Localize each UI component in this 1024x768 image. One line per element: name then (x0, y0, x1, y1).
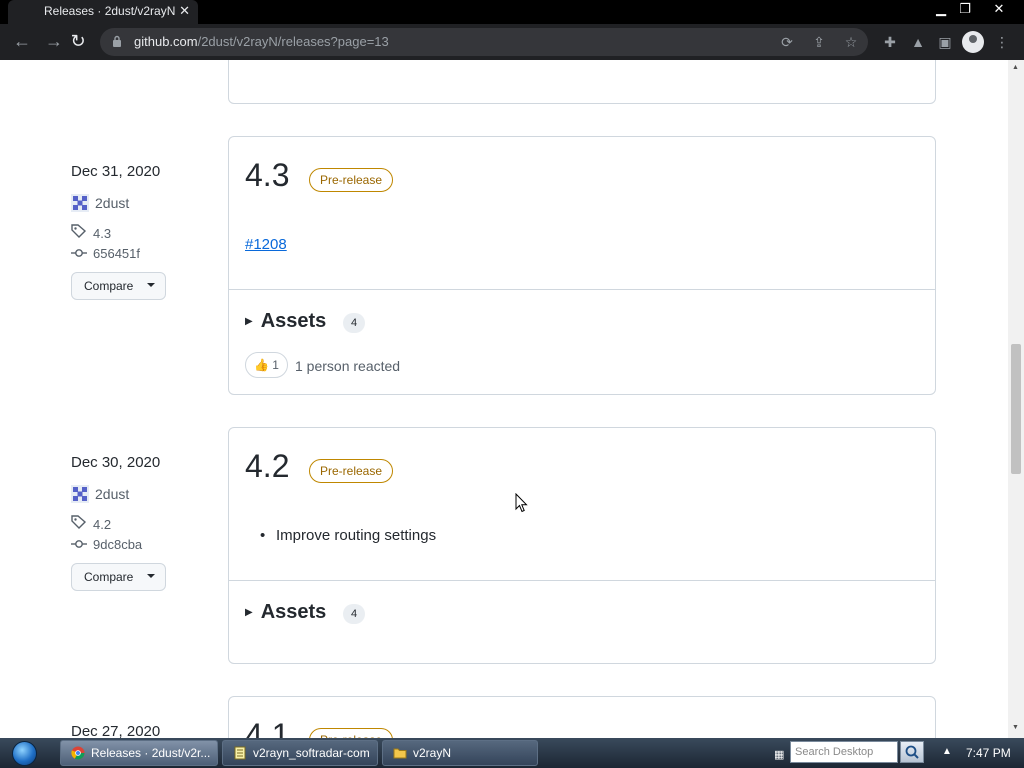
assets-label: Assets (260, 310, 327, 332)
assets-count: 4 (343, 604, 365, 624)
author-name: 2dust (95, 195, 130, 211)
close-window-button[interactable]: ✕ (984, 0, 1014, 20)
share-icon[interactable]: ⇪ (810, 33, 828, 51)
taskbar-clock[interactable]: 7:47 PM (966, 746, 1011, 760)
assets-count: 4 (343, 313, 365, 333)
release-body-link[interactable]: #1208 (245, 236, 287, 253)
tab-close-icon[interactable]: ✕ (179, 3, 190, 19)
tag-label: 4.2 (93, 517, 112, 532)
folder-icon (393, 748, 407, 759)
reaction-count: 1 (272, 358, 279, 372)
scrollbar-thumb[interactable] (1011, 344, 1021, 474)
triangle-right-icon: ▶ (245, 316, 253, 327)
address-bar[interactable]: github.com/2dust/v2rayN/releases?page=13… (100, 28, 868, 56)
commit-icon (71, 537, 89, 552)
mouse-cursor-icon (515, 493, 528, 513)
chrome-icon (71, 746, 85, 760)
release-version[interactable]: 4.1 (245, 717, 289, 738)
compare-label: Compare (84, 570, 134, 584)
tab-title: Releases · 2dust/v2rayN (44, 4, 176, 18)
release-card-previous (228, 60, 936, 104)
card-divider (229, 580, 935, 581)
profile-avatar-icon[interactable] (962, 31, 984, 53)
labs-flask-icon[interactable]: ▲ (908, 32, 928, 52)
scroll-down-arrow-icon[interactable]: ▼ (1012, 724, 1019, 731)
compare-button[interactable]: Compare (71, 272, 166, 300)
release-author[interactable]: 2dust (71, 485, 129, 503)
release-tag[interactable]: 4.3 (71, 224, 111, 241)
release-commit[interactable]: 656451f (71, 246, 140, 261)
release-commit[interactable]: 9dc8cba (71, 537, 142, 552)
search-desktop-input[interactable]: Search Desktop (790, 741, 898, 763)
extensions-puzzle-icon[interactable]: ✚ (880, 32, 900, 52)
card-divider (229, 289, 935, 290)
forward-arrow-icon[interactable]: → (42, 30, 66, 54)
windows-taskbar: Releases · 2dust/v2r... v2rayn_softradar… (0, 738, 1024, 768)
author-avatar-icon (71, 485, 89, 503)
page-content: Dec 31, 2020 2dust 4.3 656451f Compare 4… (0, 60, 1008, 738)
browser-titlebar: Releases · 2dust/v2rayN ✕ ▁ ❐ ✕ (0, 0, 1024, 24)
pre-release-badge: Pre-release (309, 728, 394, 738)
taskbar-item-chrome[interactable]: Releases · 2dust/v2r... (60, 740, 218, 766)
page-scrollbar[interactable]: ▲ ▼ (1008, 60, 1024, 738)
author-avatar-icon (71, 194, 89, 212)
commit-sha: 656451f (93, 246, 140, 261)
tag-icon (71, 515, 89, 532)
release-card: 4.1 Pre-release (228, 696, 936, 738)
release-card: 4.3 Pre-release #1208 ▶ Assets 4 👍 1 1 pe… (228, 136, 936, 395)
author-name: 2dust (95, 486, 130, 502)
side-panel-icon[interactable]: ▣ (935, 32, 955, 52)
release-card: 4.2 Pre-release Improve routing settings… (228, 427, 936, 664)
menu-dots-icon[interactable]: ⋮ (992, 32, 1012, 52)
tag-label: 4.3 (93, 226, 112, 241)
assets-label: Assets (260, 601, 327, 623)
url-text: github.com/2dust/v2rayN/releases?page=13 (134, 34, 389, 49)
url-path: /2dust/v2rayN/releases?page=13 (197, 34, 389, 49)
pre-release-badge: Pre-release (309, 168, 394, 192)
release-note-item: Improve routing settings (260, 527, 436, 544)
chevron-down-icon (147, 283, 155, 287)
tray-expand-icon[interactable]: ▲ (942, 746, 952, 757)
back-arrow-icon[interactable]: ← (10, 30, 34, 54)
release-tag[interactable]: 4.2 (71, 515, 111, 532)
release-version[interactable]: 4.2 (245, 448, 289, 485)
restore-button[interactable]: ❐ (950, 0, 980, 20)
keyboard-icon[interactable]: ▦ (774, 748, 784, 761)
reaction-summary: 1 person reacted (295, 358, 401, 374)
bookmark-star-icon[interactable]: ☆ (842, 33, 860, 51)
assets-toggle[interactable]: ▶ Assets (245, 310, 326, 333)
reaction-button[interactable]: 👍 1 (245, 352, 288, 378)
release-date: Dec 27, 2020 (71, 723, 161, 738)
search-icon[interactable] (900, 741, 924, 763)
release-author[interactable]: 2dust (71, 194, 129, 212)
chevron-down-icon (147, 574, 155, 578)
taskbar-item-folder[interactable]: v2rayN (382, 740, 538, 766)
notepad-icon (234, 746, 246, 760)
compare-button[interactable]: Compare (71, 563, 166, 591)
assets-toggle[interactable]: ▶ Assets (245, 601, 326, 624)
triangle-right-icon: ▶ (245, 607, 253, 618)
commit-sha: 9dc8cba (93, 537, 143, 552)
browser-toolbar: ← → ↻ github.com/2dust/v2rayN/releases?p… (0, 24, 1024, 60)
url-host: github.com (134, 34, 198, 49)
release-date: Dec 30, 2020 (71, 454, 161, 471)
taskbar-item-label: Releases · 2dust/v2r... (91, 746, 211, 760)
reload-icon[interactable]: ↻ (66, 30, 90, 54)
pre-release-badge: Pre-release (309, 459, 394, 483)
thumbs-up-icon: 👍 (254, 358, 269, 372)
commit-icon (71, 246, 89, 261)
taskbar-item-notepad[interactable]: v2rayn_softradar-com (222, 740, 378, 766)
compare-label: Compare (84, 279, 134, 293)
start-button[interactable] (4, 739, 44, 767)
release-version[interactable]: 4.3 (245, 157, 289, 194)
tag-icon (71, 224, 89, 241)
taskbar-item-label: v2rayn_softradar-com (253, 746, 370, 760)
release-date: Dec 31, 2020 (71, 163, 161, 180)
windows-logo-icon (12, 741, 37, 766)
scroll-up-arrow-icon[interactable]: ▲ (1012, 64, 1019, 71)
translate-icon[interactable]: ⟳ (778, 33, 796, 51)
taskbar-item-label: v2rayN (413, 746, 452, 760)
browser-tab[interactable]: Releases · 2dust/v2rayN ✕ (8, 0, 198, 24)
lock-icon (113, 35, 121, 47)
